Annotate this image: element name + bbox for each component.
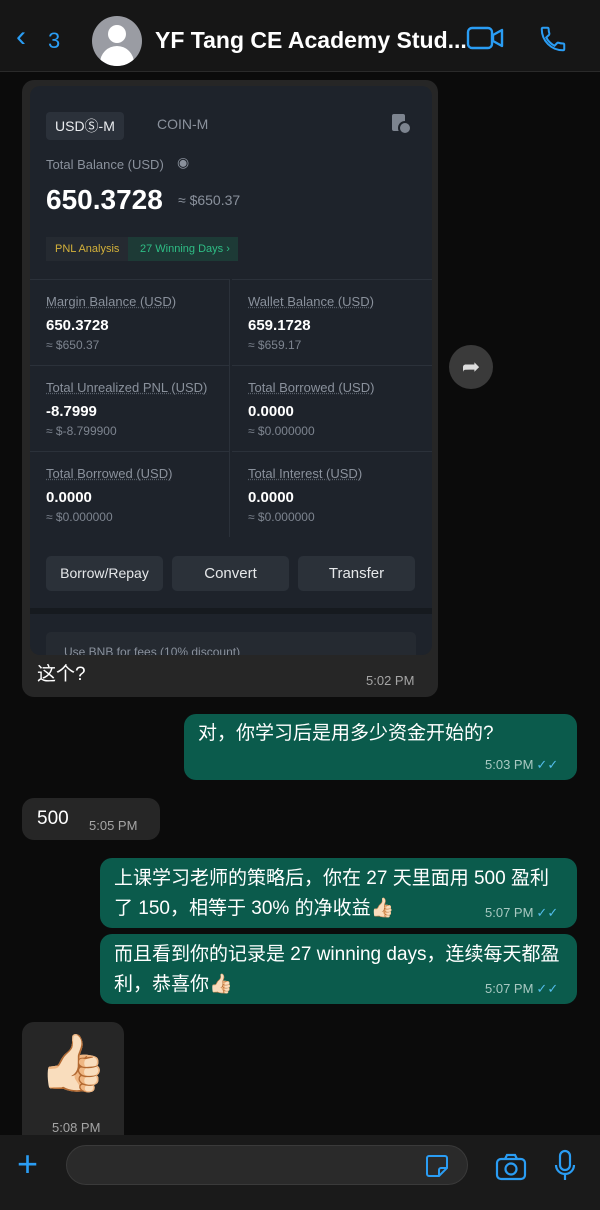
message-bubble-outgoing[interactable]: 对，你学习后是用多少资金开始的? 5:03 PM ✓✓ <box>184 714 577 780</box>
total-borrowed-cell: Total Borrowed (USD) 0.0000 ≈ $0.000000 <box>232 365 432 451</box>
total-balance-label: Total Balance (USD) <box>46 157 164 172</box>
message-bubble-incoming[interactable]: 500 5:05 PM <box>22 798 160 840</box>
read-ticks-icon: ✓✓ <box>536 757 559 772</box>
forward-icon[interactable]: ➦ <box>449 345 493 389</box>
message-time: 5:05 PM <box>89 818 138 833</box>
phone-icon[interactable] <box>538 24 568 54</box>
message-input[interactable] <box>66 1145 468 1185</box>
total-interest-cell: Total Interest (USD) 0.0000 ≈ $0.000000 <box>232 451 432 537</box>
winning-days: 27 Winning Days › <box>128 237 238 261</box>
shared-screenshot[interactable]: USDⓈ-M COIN-M Total Balance (USD) ◉ 650.… <box>30 86 432 655</box>
chat-title[interactable]: YF Tang CE Academy Stud... <box>155 27 467 54</box>
microphone-icon[interactable] <box>554 1149 576 1183</box>
message-time: 5:03 PM ✓✓ <box>485 757 559 772</box>
total-balance-value: 650.3728 <box>46 184 163 215</box>
pnl-label: PNL Analysis <box>55 243 120 255</box>
read-ticks-icon: ✓✓ <box>536 981 559 996</box>
convert-button: Convert <box>172 556 289 591</box>
message-text: 500 <box>37 808 69 829</box>
read-ticks-icon: ✓✓ <box>536 905 559 920</box>
divider <box>30 608 432 614</box>
total-borrowed-cell-2: Total Borrowed (USD) 0.0000 ≈ $0.000000 <box>30 451 230 537</box>
eye-icon: ◉ <box>177 154 190 170</box>
transfer-button: Transfer <box>298 556 415 591</box>
plus-icon[interactable]: + <box>17 1143 38 1185</box>
history-icon <box>392 114 412 135</box>
wallet-balance-cell: Wallet Balance (USD) 659.1728 ≈ $659.17 <box>232 279 432 365</box>
camera-icon[interactable] <box>495 1153 527 1181</box>
unrealized-pnl-cell: Total Unrealized PNL (USD) -8.7999 ≈ $-8.7… <box>30 365 230 451</box>
chat-header: ‹ 3 YF Tang CE Academy Stud... <box>0 0 600 72</box>
thumbs-up-sticker: 👍🏻 <box>38 1031 108 1094</box>
message-time: 5:07 PM ✓✓ <box>485 905 559 920</box>
total-balance-approx: ≈ $650.37 <box>178 192 241 208</box>
back-unread-count[interactable]: 3 <box>48 28 60 54</box>
message-time: 5:02 PM <box>366 673 415 688</box>
chevron-left-icon[interactable]: ‹ <box>16 22 26 52</box>
tab-coin-m: COIN-M <box>157 116 209 132</box>
video-call-icon[interactable] <box>466 25 504 51</box>
message-time: 5:08 PM <box>52 1120 101 1135</box>
message-bubble-outgoing[interactable]: 而且看到你的记录是 27 winning days，连续每天都盈利，恭喜你👍🏻 … <box>100 934 577 1004</box>
message-text: 对，你学习后是用多少资金开始的? <box>198 723 494 744</box>
pnl-analysis-bar: PNL Analysis 27 Winning Days › <box>46 237 238 261</box>
sticker-icon[interactable] <box>425 1154 449 1178</box>
margin-balance-cell: Margin Balance (USD) 650.3728 ≈ $650.37 <box>30 279 230 365</box>
sticker-bubble[interactable]: 👍🏻 5:08 PM <box>22 1022 124 1147</box>
avatar[interactable] <box>92 16 142 66</box>
bnb-fee-row: Use BNB for fees (10% discount) <box>46 632 416 655</box>
message-text: 这个? <box>37 664 86 685</box>
message-time: 5:07 PM ✓✓ <box>485 981 559 996</box>
tab-usds-m: USDⓈ-M <box>46 112 124 140</box>
borrow-repay-button: Borrow/Repay <box>46 556 163 591</box>
message-bubble-outgoing[interactable]: 上课学习老师的策略后，你在 27 天里面用 500 盈利了 150，相等于 30… <box>100 858 577 928</box>
